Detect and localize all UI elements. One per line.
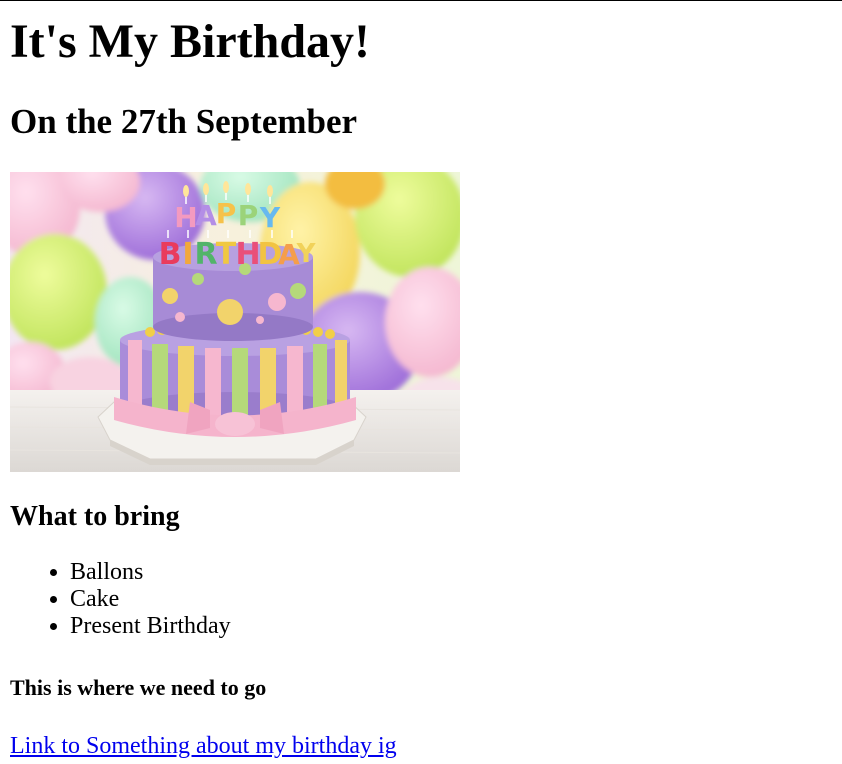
list-item: Ballons [70, 559, 231, 586]
svg-text:Y: Y [296, 239, 317, 269]
what-to-bring-heading: What to bring [10, 501, 180, 532]
svg-text:T: T [216, 237, 237, 272]
list-item: Present Birthday [70, 613, 231, 640]
svg-text:R: R [194, 237, 217, 272]
event-date: On the 27th September [10, 102, 358, 141]
bring-list: Ballons Cake Present Birthday [10, 559, 231, 640]
svg-text:A: A [195, 199, 217, 232]
svg-text:P: P [238, 199, 259, 232]
svg-text:Y: Y [259, 201, 281, 234]
birthday-ig-link[interactable]: Link to Something about my birthday ig [10, 732, 397, 760]
page-title: It's My Birthday! [10, 15, 370, 68]
svg-text:B: B [159, 237, 182, 272]
list-item: Cake [70, 586, 231, 613]
svg-text:I: I [182, 237, 193, 272]
svg-text:P: P [216, 197, 237, 230]
birthday-cake-image: H A P P Y B I R T H D A Y [10, 172, 460, 472]
location-heading: This is where we need to go [10, 675, 267, 700]
